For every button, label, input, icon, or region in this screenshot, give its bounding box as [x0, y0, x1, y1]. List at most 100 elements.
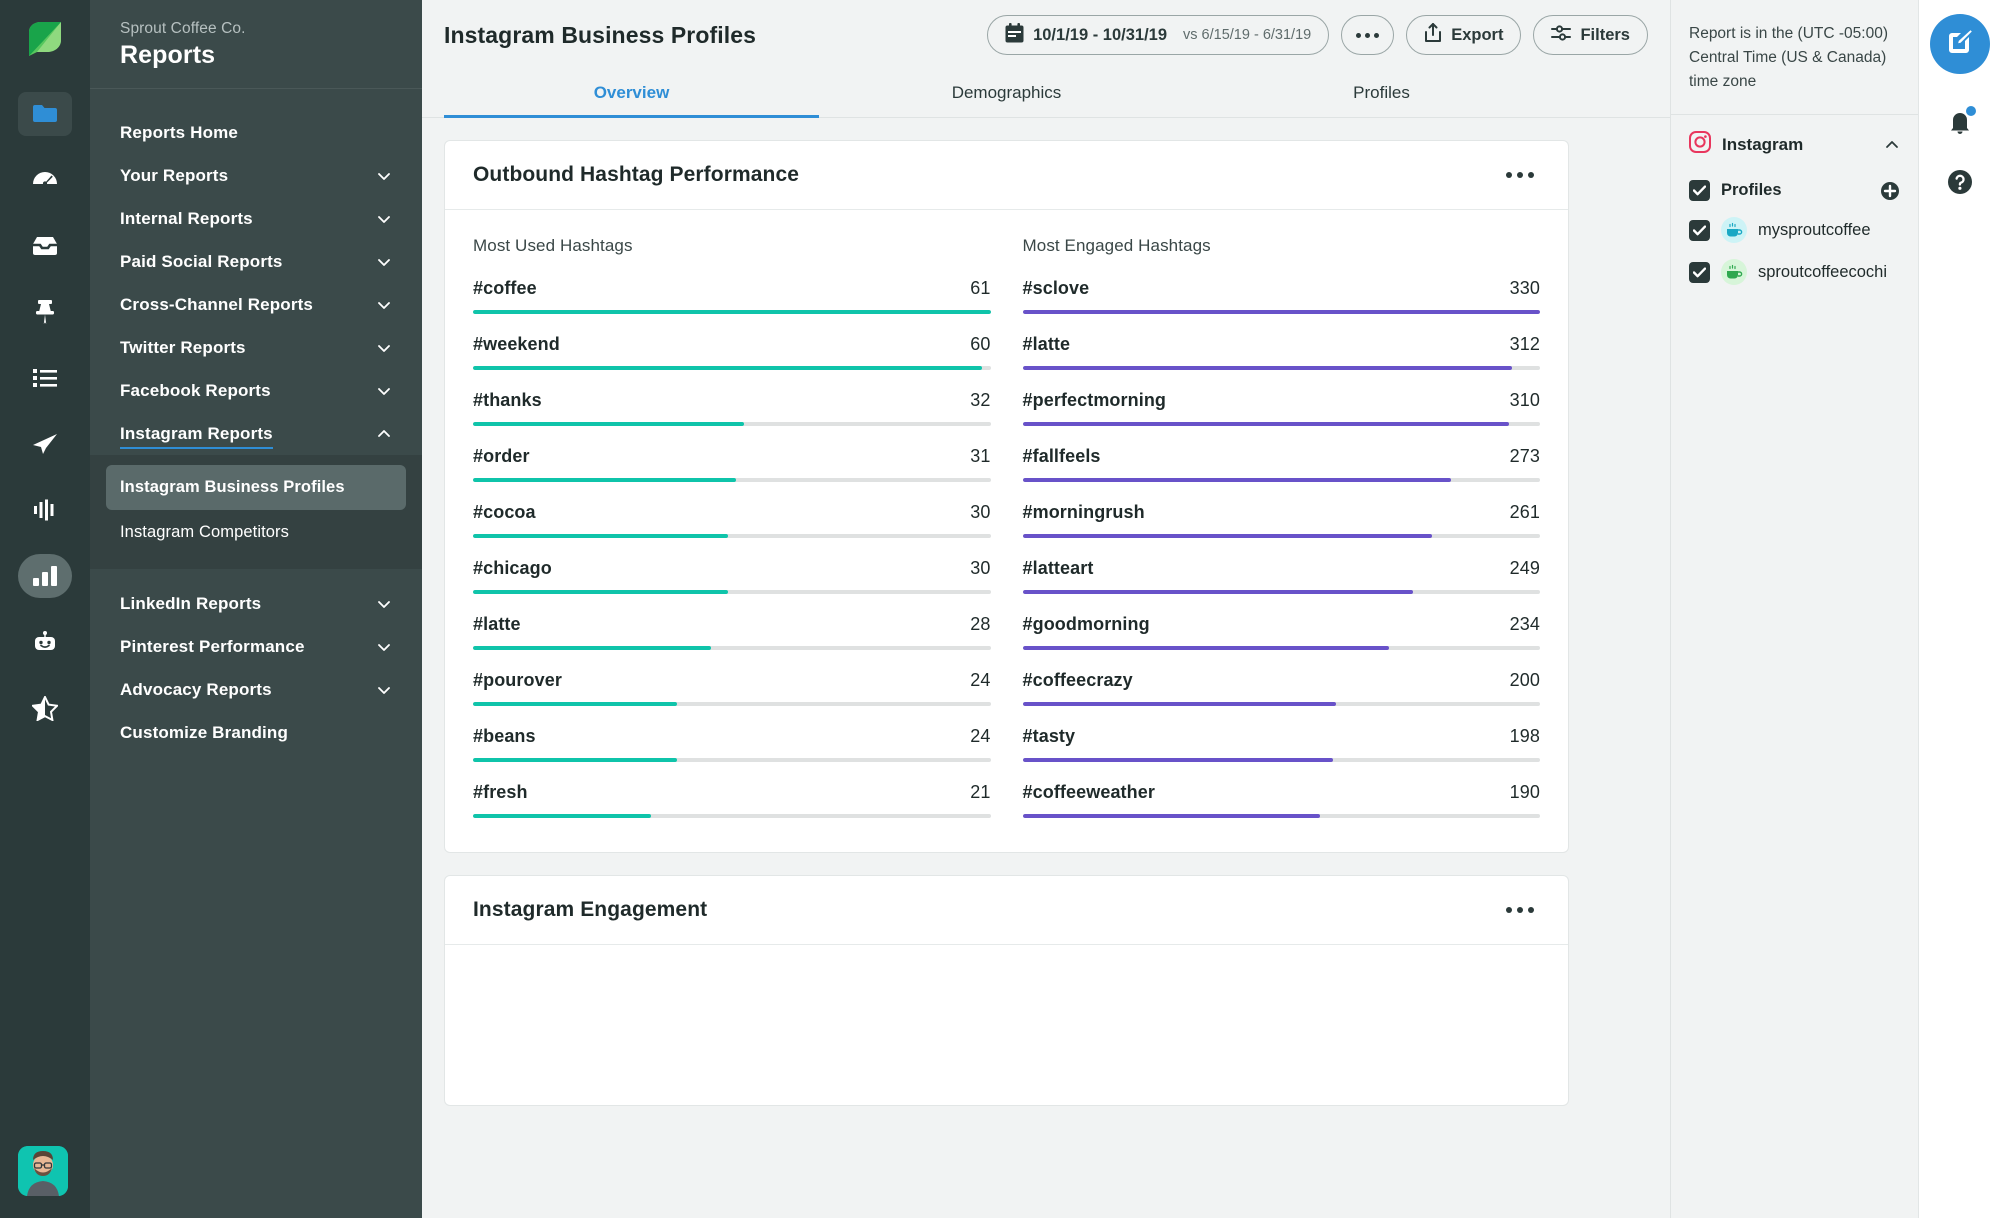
notification-dot [1965, 106, 1976, 116]
hashtag-value: 31 [970, 446, 991, 466]
bar-fill [473, 758, 677, 762]
sidebar-item-facebook-reports[interactable]: Facebook Reports [90, 369, 422, 412]
notifications-button[interactable] [1938, 102, 1982, 146]
more-options-button[interactable] [1341, 15, 1395, 55]
avatar [1721, 217, 1747, 244]
star-icon [32, 695, 58, 721]
hashtag-value: 30 [970, 558, 991, 578]
card-menu-button[interactable] [1500, 901, 1540, 919]
profile-row-sproutcoffeecochi[interactable]: sproutcoffeecochi [1671, 251, 1918, 293]
bar-track [473, 478, 991, 482]
rail-item-reports[interactable] [18, 554, 72, 598]
sidebar-item-instagram-business-profiles[interactable]: Instagram Business Profiles [106, 465, 406, 510]
profiles-group-row[interactable]: Profiles [1671, 172, 1918, 209]
bar-track [1022, 646, 1540, 650]
network-section-instagram[interactable]: Instagram [1671, 115, 1918, 172]
sidebar-item-paid-social-reports[interactable]: Paid Social Reports [90, 240, 422, 283]
hashtag-value: 60 [970, 334, 991, 354]
bar-fill [473, 646, 711, 650]
bar-fill [1022, 646, 1390, 650]
hashtag-label: #fresh [473, 782, 528, 802]
utility-rail [1918, 0, 2000, 1218]
profiles-group-checkbox[interactable] [1689, 180, 1710, 202]
tab-demographics[interactable]: Demographics [819, 70, 1194, 117]
bar-fill [1022, 702, 1337, 706]
sidebar-item-reports-home[interactable]: Reports Home [90, 111, 422, 154]
hashtag-bar-row: #perfectmorning 310 [1022, 390, 1540, 426]
hashtag-bar-row: #latte 28 [473, 614, 991, 650]
bar-fill [1022, 366, 1512, 370]
pin-icon [34, 299, 56, 325]
chevron-down-icon [376, 297, 392, 313]
hashtag-value: 310 [1509, 390, 1540, 410]
hashtag-bar-row: #sclove 330 [1022, 278, 1540, 314]
hashtag-value: 30 [970, 502, 991, 522]
rail-item-inbox[interactable] [18, 224, 72, 268]
bar-track [473, 590, 991, 594]
sidebar-item-linkedin-reports[interactable]: LinkedIn Reports [90, 583, 422, 626]
bar-fill [473, 422, 745, 426]
sidebar-item-twitter-reports[interactable]: Twitter Reports [90, 326, 422, 369]
rail-item-dashboard[interactable] [18, 158, 72, 202]
user-avatar[interactable] [18, 1146, 68, 1196]
rail-item-star[interactable] [18, 686, 72, 730]
sidebar-item-pinterest-performance[interactable]: Pinterest Performance [90, 626, 422, 669]
help-button[interactable] [1938, 162, 1982, 206]
rail-item-bot[interactable] [18, 620, 72, 664]
column-title: Most Engaged Hashtags [1022, 236, 1211, 255]
left-icon-rail [0, 0, 90, 1218]
avatar [1721, 259, 1747, 286]
profile-name: sproutcoffeecochi [1758, 262, 1888, 281]
sidebar-item-customize-branding[interactable]: Customize Branding [90, 712, 422, 755]
date-range-picker[interactable]: 10/1/19 - 10/31/19 vs 6/15/19 - 6/31/19 [987, 15, 1330, 55]
filters-button[interactable]: Filters [1533, 15, 1648, 55]
hashtag-value: 234 [1509, 614, 1540, 634]
listening-waveform-icon [33, 499, 57, 521]
hashtag-value: 198 [1509, 726, 1540, 746]
profile-checkbox[interactable] [1689, 219, 1710, 241]
hashtag-bar-row: #thanks 32 [473, 390, 991, 426]
sidebar-item-internal-reports[interactable]: Internal Reports [90, 197, 422, 240]
hashtag-label: #morningrush [1022, 502, 1145, 522]
rail-item-publish[interactable] [18, 422, 72, 466]
card-menu-button[interactable] [1500, 166, 1540, 184]
folder-icon [32, 103, 58, 125]
sidebar-header: Sprout Coffee Co. Reports [90, 0, 422, 89]
bar-fill [1022, 478, 1451, 482]
rail-item-listening[interactable] [18, 488, 72, 532]
hashtag-label: #latteart [1022, 558, 1094, 578]
rail-item-folder[interactable] [18, 92, 72, 136]
sidebar-item-advocacy-reports[interactable]: Advocacy Reports [90, 669, 422, 712]
rail-item-pin[interactable] [18, 290, 72, 334]
inbox-icon [31, 235, 59, 257]
profile-row-mysproutcoffee[interactable]: mysproutcoffee [1671, 209, 1918, 251]
sidebar-item-instagram-reports[interactable]: Instagram Reports [90, 412, 422, 455]
bot-icon [32, 630, 58, 654]
bar-fill [473, 814, 652, 818]
compose-button[interactable] [1929, 14, 1990, 74]
hashtag-label: #cocoa [473, 502, 536, 522]
sidebar-item-instagram-competitors[interactable]: Instagram Competitors [106, 510, 406, 555]
hashtag-value: 32 [970, 390, 991, 410]
profile-checkbox[interactable] [1689, 261, 1710, 283]
tab-profiles[interactable]: Profiles [1194, 70, 1569, 117]
add-profile-icon[interactable] [1880, 181, 1900, 201]
header-actions: 10/1/19 - 10/31/19 vs 6/15/19 - 6/31/19 … [987, 15, 1648, 55]
export-button[interactable]: Export [1406, 15, 1522, 55]
sidebar-item-cross-channel-reports[interactable]: Cross-Channel Reports [90, 283, 422, 326]
hashtag-bar-row: #coffeeweather 190 [1022, 782, 1540, 818]
tab-overview[interactable]: Overview [444, 70, 819, 118]
column-most-used-hashtags: Most Used Hashtags #coffee 61 #weekend 60 #t… [473, 236, 991, 818]
chevron-up-icon[interactable] [1884, 137, 1900, 153]
bar-chart-reports-icon [32, 566, 58, 586]
sprout-leaf-logo[interactable] [23, 18, 67, 62]
publish-send-icon [32, 432, 58, 456]
sidebar-item-label: Customize Branding [120, 723, 288, 743]
rail-item-list[interactable] [18, 356, 72, 400]
hashtag-value: 249 [1509, 558, 1540, 578]
bar-track [1022, 478, 1540, 482]
bar-fill [473, 702, 677, 706]
sidebar-item-your-reports[interactable]: Your Reports [90, 154, 422, 197]
column-title: Most Used Hashtags [473, 236, 633, 255]
card-header: Instagram Engagement [445, 876, 1568, 945]
